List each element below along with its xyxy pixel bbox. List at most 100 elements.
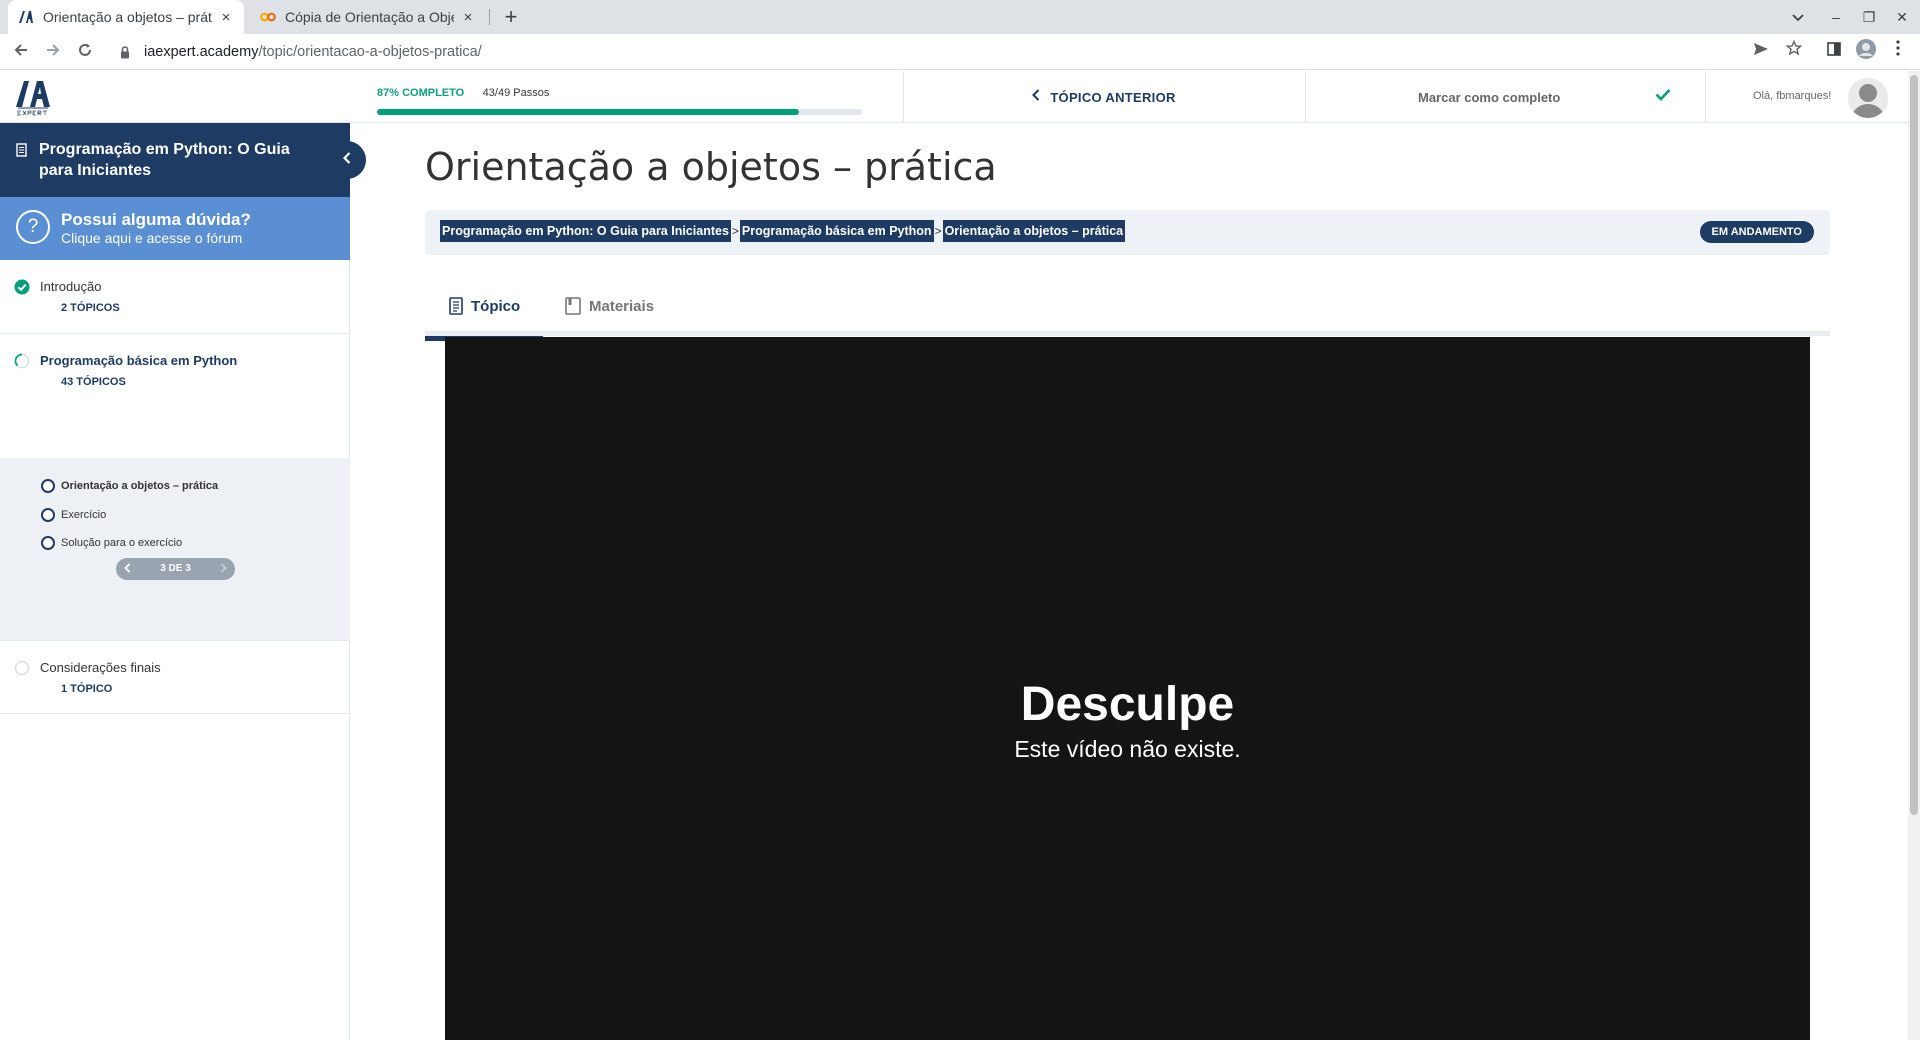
previous-topic-label: TÓPICO ANTERIOR — [1050, 89, 1176, 105]
lesson-item-current[interactable]: Programação básica em Python 43 TÓPICOS — [0, 334, 350, 458]
tab-materiais[interactable]: Materiais — [565, 276, 654, 336]
breadcrumb: Programação em Python: O Guia para Inici… — [425, 210, 1830, 255]
avatar[interactable] — [1848, 78, 1888, 118]
topic-status-circle-icon — [41, 536, 55, 550]
chevron-left-icon — [1032, 88, 1040, 106]
user-greeting[interactable]: Olá, fbmarques! — [1753, 90, 1831, 102]
lesson-item[interactable]: Introdução 2 TÓPICOS — [0, 260, 350, 334]
header-divider — [1705, 71, 1706, 123]
browser-tab-bar: Orientação a objetos – prática × Cópia d… — [0, 0, 1920, 34]
iaexpert-favicon-icon — [18, 9, 34, 25]
tab-topico[interactable]: Tópico — [425, 276, 543, 341]
bookmark-star-icon[interactable] — [1780, 38, 1808, 66]
url-host: iaexpert.academy — [144, 44, 259, 60]
tab-title: Cópia de Orientação a Objeto — [285, 9, 454, 25]
course-sidebar: Programação em Python: O Guia para Inici… — [0, 123, 366, 1040]
browser-tab[interactable]: Cópia de Orientação a Objeto × — [250, 0, 486, 34]
content-tabs: Tópico Materiais — [425, 276, 1830, 341]
mark-complete-label: Marcar como completo — [1418, 89, 1561, 105]
forward-icon[interactable] — [39, 38, 67, 66]
video-error-message: Este vídeo não existe. — [1014, 736, 1241, 762]
pager-label: 3 DE 3 — [160, 563, 191, 574]
topic-name: Exercício — [61, 509, 107, 521]
back-icon[interactable] — [7, 38, 35, 66]
page: 87% COMPLETO 43/49 Passos TÓPICO ANTERIO… — [0, 71, 1908, 1040]
chevron-left-icon — [342, 151, 351, 168]
breadcrumb-separator: > — [731, 224, 739, 238]
tab-title: Orientação a objetos – prática — [43, 9, 212, 25]
browser-tab-active[interactable]: Orientação a objetos – prática × — [8, 0, 244, 34]
course-progress: 87% COMPLETO 43/49 Passos — [377, 83, 862, 115]
document-icon — [449, 297, 463, 315]
topic-pager: 3 DE 3 — [116, 558, 235, 580]
video-error-heading: Desculpe — [1020, 678, 1235, 731]
url-field[interactable]: iaexpert.academy/topic/orientacao-a-obje… — [108, 38, 1868, 66]
progress-bar-fill — [377, 109, 799, 115]
tab-label: Tópico — [471, 297, 521, 315]
lesson-topic-count: 1 TÓPICO — [61, 683, 113, 695]
topic-item[interactable]: Solução para o exercício — [41, 536, 182, 550]
lesson-item[interactable]: Considerações finais 1 TÓPICO — [0, 640, 350, 714]
sidebar-course-header[interactable]: Programação em Python: O Guia para Inici… — [0, 123, 350, 197]
sidebar-collapse-button[interactable] — [328, 141, 366, 179]
breadcrumb-separator: > — [934, 224, 942, 238]
status-badge: EM ANDAMENTO — [1699, 221, 1814, 243]
lesson-topic-count: 43 TÓPICOS — [61, 376, 126, 388]
minimize-button[interactable]: – — [1818, 0, 1854, 34]
iaexpert-logo[interactable] — [14, 77, 52, 117]
breadcrumb-lesson-link[interactable]: Programação básica em Python — [739, 220, 934, 242]
new-tab-button[interactable]: + — [497, 3, 525, 31]
lesson-name: Programação básica em Python — [40, 353, 238, 368]
sidebar-course-title: Programação em Python: O Guia para Inici… — [39, 141, 290, 179]
lesson-topic-count: 2 TÓPICOS — [61, 302, 120, 314]
pager-prev-icon[interactable] — [124, 558, 131, 580]
forum-title: Possui alguma dúvida? — [61, 210, 251, 229]
previous-topic-button[interactable]: TÓPICO ANTERIOR — [904, 71, 1304, 123]
colab-favicon-icon — [260, 9, 276, 25]
lock-icon — [120, 45, 134, 59]
breadcrumb-course-link[interactable]: Programação em Python: O Guia para Inici… — [440, 220, 731, 242]
video-player[interactable]: Desculpe Este vídeo não existe. — [445, 337, 1810, 1040]
reload-icon[interactable] — [71, 38, 99, 66]
pager-next-icon[interactable] — [220, 558, 227, 580]
browser-menu-icon[interactable] — [1884, 38, 1912, 66]
progress-steps: 43/49 Passos — [482, 87, 550, 99]
progress-bar — [377, 109, 862, 115]
address-bar: iaexpert.academy/topic/orientacao-a-obje… — [0, 34, 1920, 70]
send-icon[interactable] — [1747, 38, 1775, 66]
lesson-name: Introdução — [40, 279, 102, 294]
url-path: /topic/orientacao-a-objetos-pratica/ — [258, 44, 482, 60]
course-header: 87% COMPLETO 43/49 Passos TÓPICO ANTERIO… — [0, 71, 1908, 123]
topic-name: Solução para o exercício — [61, 537, 183, 549]
topic-item[interactable]: Exercício — [41, 508, 106, 522]
topic-item-current[interactable]: Orientação a objetos – prática — [41, 479, 218, 493]
lesson-in-progress-icon — [14, 353, 30, 369]
lesson-topic-list: Orientação a objetos – prática Exercício… — [0, 458, 350, 640]
profile-icon[interactable] — [1852, 38, 1880, 66]
book-icon — [565, 297, 581, 315]
question-icon: ? — [16, 210, 50, 244]
forum-subtitle: Clique aqui e acesse o fórum — [61, 230, 243, 246]
forum-banner[interactable]: ? Possui alguma dúvida? Clique aqui e ac… — [0, 197, 350, 260]
scrollbar-thumb[interactable] — [1910, 75, 1918, 815]
progress-percent: 87% COMPLETO — [377, 87, 465, 99]
close-window-button[interactable]: ✕ — [1884, 0, 1920, 34]
lesson-complete-icon — [14, 279, 30, 295]
page-scrollbar[interactable] — [1908, 71, 1920, 1040]
tab-separator — [489, 9, 490, 25]
mark-complete-button[interactable]: Marcar como completo — [1305, 71, 1705, 123]
tab-label: Materiais — [589, 297, 655, 315]
topic-name: Orientação a objetos – prática — [61, 480, 219, 492]
tab-close-icon[interactable]: × — [460, 9, 476, 26]
lesson-not-started-icon — [14, 660, 30, 676]
topic-status-circle-icon — [41, 508, 55, 522]
lesson-name: Considerações finais — [40, 660, 161, 675]
restore-button[interactable]: ❐ — [1851, 0, 1887, 34]
check-icon — [1655, 88, 1671, 104]
tab-search-icon[interactable] — [1780, 0, 1816, 34]
page-title: Orientação a objetos – prática — [425, 145, 997, 189]
topic-status-circle-icon — [41, 479, 55, 493]
tab-close-icon[interactable]: × — [218, 9, 234, 26]
breadcrumb-topic-link[interactable]: Orientação a objetos – prática — [942, 220, 1126, 242]
side-panel-icon[interactable] — [1820, 38, 1848, 66]
